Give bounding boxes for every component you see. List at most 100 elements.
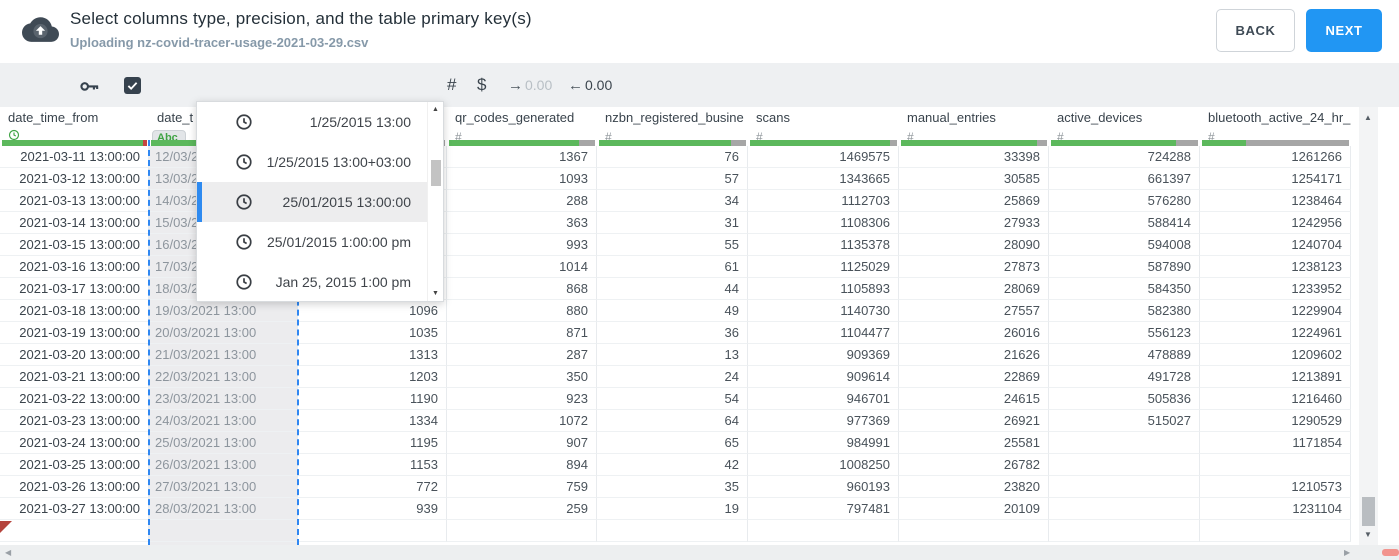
table-cell[interactable]: 2021-03-18 13:00:00 [0, 300, 149, 322]
table-cell[interactable]: 1072 [447, 410, 597, 432]
table-cell[interactable]: 724288 [1049, 146, 1200, 168]
table-cell[interactable]: 2021-03-12 13:00:00 [0, 168, 149, 190]
table-cell[interactable]: 26782 [899, 454, 1049, 476]
table-cell[interactable]: 909369 [748, 344, 899, 366]
table-cell[interactable]: 2021-03-11 13:00:00 [0, 146, 149, 168]
table-cell[interactable]: 61 [597, 256, 748, 278]
table-cell[interactable]: 26/03/2021 13:00 [149, 454, 298, 476]
table-cell[interactable]: 76 [597, 146, 748, 168]
table-cell[interactable]: 1290529 [1200, 410, 1351, 432]
table-cell[interactable]: 2021-03-16 13:00:00 [0, 256, 149, 278]
table-cell[interactable]: 868 [447, 278, 597, 300]
table-cell[interactable]: 1242956 [1200, 212, 1351, 234]
back-button[interactable]: BACK [1216, 9, 1295, 52]
scroll-up-icon[interactable]: ▲ [432, 106, 439, 113]
dropdown-scrollbar-thumb[interactable] [431, 160, 441, 186]
table-cell[interactable]: 1104477 [748, 322, 899, 344]
include-column-checkbox[interactable] [124, 63, 141, 107]
table-cell[interactable]: 2021-03-25 13:00:00 [0, 454, 149, 476]
vertical-scrollbar[interactable]: ▲ ▼ [1359, 107, 1378, 545]
table-cell[interactable]: 350 [447, 366, 597, 388]
column-header[interactable]: manual_entries # [899, 107, 1049, 146]
table-cell[interactable] [1049, 520, 1200, 542]
table-cell[interactable]: 1014 [447, 256, 597, 278]
currency-type-button[interactable]: $ [477, 63, 486, 107]
table-cell[interactable]: 19 [597, 498, 748, 520]
table-cell[interactable]: 27873 [899, 256, 1049, 278]
table-cell[interactable]: 54 [597, 388, 748, 410]
primary-key-button[interactable] [78, 63, 101, 107]
table-cell[interactable]: 23820 [899, 476, 1049, 498]
table-cell[interactable]: 1105893 [748, 278, 899, 300]
table-cell[interactable] [1200, 520, 1351, 542]
page-hscroll-thumb[interactable] [1382, 549, 1399, 556]
table-cell[interactable]: 871 [447, 322, 597, 344]
table-cell[interactable]: 1254171 [1200, 168, 1351, 190]
table-cell[interactable]: 1216460 [1200, 388, 1351, 410]
scroll-up-icon[interactable]: ▲ [1364, 113, 1372, 122]
table-cell[interactable]: 2021-03-22 13:00:00 [0, 388, 149, 410]
table-cell[interactable]: 287 [447, 344, 597, 366]
table-cell[interactable]: 880 [447, 300, 597, 322]
table-cell[interactable]: 22869 [899, 366, 1049, 388]
table-cell[interactable]: 288 [447, 190, 597, 212]
table-cell[interactable]: 478889 [1049, 344, 1200, 366]
table-cell[interactable]: 13 [597, 344, 748, 366]
column-header[interactable]: date_time_from [0, 107, 149, 146]
table-cell[interactable]: 907 [447, 432, 597, 454]
table-cell[interactable]: 1096 [298, 300, 447, 322]
table-cell[interactable]: 939 [298, 498, 447, 520]
table-cell[interactable]: 1229904 [1200, 300, 1351, 322]
table-cell[interactable]: 1135378 [748, 234, 899, 256]
dropdown-option[interactable]: Jan 25, 2015 1:00 pm [197, 262, 443, 302]
table-cell[interactable]: 25581 [899, 432, 1049, 454]
table-cell[interactable]: 2021-03-13 13:00:00 [0, 190, 149, 212]
table-cell[interactable]: 1140730 [748, 300, 899, 322]
dropdown-option[interactable]: 1/25/2015 13:00 [197, 102, 443, 142]
table-cell[interactable]: 1093 [447, 168, 597, 190]
scroll-left-icon[interactable]: ◀ [5, 548, 11, 557]
table-cell[interactable]: 34 [597, 190, 748, 212]
table-cell[interactable]: 797481 [748, 498, 899, 520]
table-cell[interactable]: 24/03/2021 13:00 [149, 410, 298, 432]
table-cell[interactable]: 363 [447, 212, 597, 234]
table-cell[interactable]: 1240704 [1200, 234, 1351, 256]
table-cell[interactable]: 27557 [899, 300, 1049, 322]
table-cell[interactable]: 27/03/2021 13:00 [149, 476, 298, 498]
table-cell[interactable]: 1190 [298, 388, 447, 410]
table-cell[interactable]: 33398 [899, 146, 1049, 168]
table-cell[interactable]: 22/03/2021 13:00 [149, 366, 298, 388]
scroll-down-icon[interactable]: ▼ [432, 290, 439, 297]
table-cell[interactable] [748, 520, 899, 542]
table-cell[interactable] [0, 520, 149, 542]
table-cell[interactable]: 946701 [748, 388, 899, 410]
table-cell[interactable]: 1224961 [1200, 322, 1351, 344]
table-cell[interactable]: 1213891 [1200, 366, 1351, 388]
table-cell[interactable] [1049, 454, 1200, 476]
table-cell[interactable]: 2021-03-27 13:00:00 [0, 498, 149, 520]
table-cell[interactable]: 1035 [298, 322, 447, 344]
table-cell[interactable]: 1108306 [748, 212, 899, 234]
table-cell[interactable]: 2021-03-26 13:00:00 [0, 476, 149, 498]
table-cell[interactable]: 28/03/2021 13:00 [149, 498, 298, 520]
table-cell[interactable]: 259 [447, 498, 597, 520]
table-cell[interactable]: 661397 [1049, 168, 1200, 190]
table-cell[interactable]: 23/03/2021 13:00 [149, 388, 298, 410]
table-cell[interactable]: 505836 [1049, 388, 1200, 410]
column-header[interactable]: active_devices # [1049, 107, 1200, 146]
table-cell[interactable]: 1153 [298, 454, 447, 476]
table-cell[interactable]: 55 [597, 234, 748, 256]
table-cell[interactable]: 20109 [899, 498, 1049, 520]
next-button[interactable]: NEXT [1306, 9, 1382, 52]
table-cell[interactable]: 923 [447, 388, 597, 410]
table-cell[interactable]: 20/03/2021 13:00 [149, 322, 298, 344]
table-cell[interactable]: 1195 [298, 432, 447, 454]
table-cell[interactable] [1049, 432, 1200, 454]
table-cell[interactable]: 2021-03-15 13:00:00 [0, 234, 149, 256]
scroll-down-icon[interactable]: ▼ [1364, 530, 1372, 539]
table-cell[interactable] [447, 520, 597, 542]
table-cell[interactable]: 984991 [748, 432, 899, 454]
table-cell[interactable]: 57 [597, 168, 748, 190]
number-type-button[interactable]: # [447, 63, 456, 107]
table-cell[interactable]: 44 [597, 278, 748, 300]
